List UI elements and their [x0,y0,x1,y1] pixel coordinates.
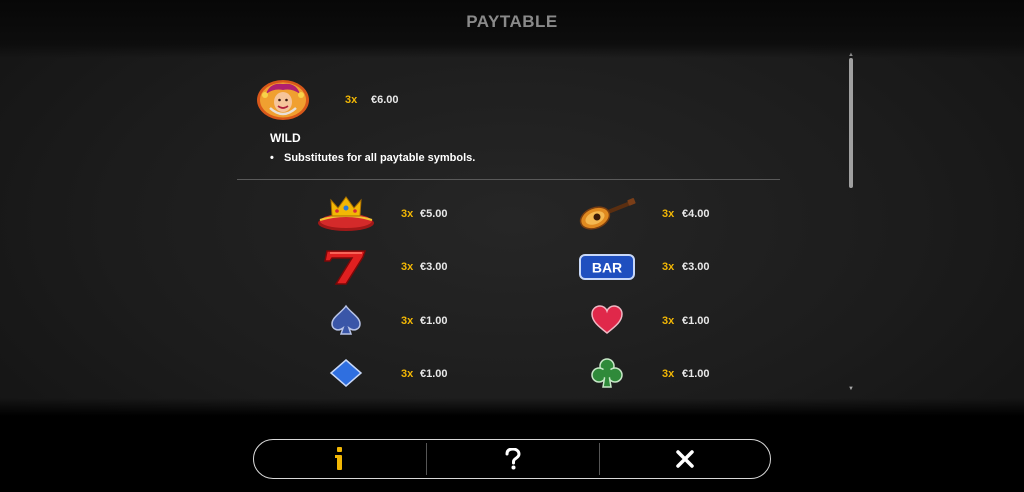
symbol-multiplier: 3x [662,315,675,327]
bottom-navbar [253,439,771,479]
symbol-amount: €1.00 [682,368,710,380]
bar-icon: BAR [579,254,635,285]
spade-icon [329,304,363,341]
divider [237,179,780,180]
jester-icon [256,78,310,122]
info-icon [335,446,342,470]
scroll-thumb[interactable] [849,58,853,188]
page-title: PAYTABLE [466,12,558,31]
close-button[interactable] [600,440,769,477]
mandolin-icon [578,198,636,235]
symbol-multiplier: 3x [401,315,414,327]
symbol-multiplier: 3x [401,368,414,380]
wild-description: • Substitutes for all paytable symbols. [270,152,475,164]
symbol-multiplier: 3x [662,261,675,273]
help-button[interactable] [427,440,599,477]
symbol-amount: €3.00 [420,261,448,273]
symbol-multiplier: 3x [401,208,414,220]
symbol-amount: €4.00 [682,208,710,220]
diamond-icon [329,358,363,393]
symbol-amount: €1.00 [682,315,710,327]
symbol-amount: €1.00 [420,368,448,380]
wild-description-text: Substitutes for all paytable symbols. [284,152,476,164]
symbol-amount: €1.00 [420,315,448,327]
question-icon [505,447,521,469]
header-fade [0,44,1024,58]
symbol-amount: €5.00 [420,208,448,220]
symbol-multiplier: 3x [662,208,675,220]
symbol-multiplier: 3x [662,368,675,380]
symbol-multiplier: 3x [401,261,414,273]
wild-amount: €6.00 [371,94,399,106]
bar-icon-text: BAR [592,260,622,276]
info-button[interactable] [254,440,426,477]
scroll-down-arrow-icon[interactable]: ▼ [848,386,854,392]
wild-label: WILD [270,131,301,145]
paytable-scroll-area[interactable] [0,44,1024,394]
heart-icon [590,304,624,341]
seven-icon [322,248,370,291]
close-icon [675,449,694,468]
wild-multiplier: 3x [345,94,358,106]
crown-icon [317,194,375,237]
bullet-icon: • [270,152,274,164]
club-icon [590,357,624,394]
symbol-amount: €3.00 [682,261,710,273]
scrollbar[interactable]: ▲ ▼ [848,52,854,394]
